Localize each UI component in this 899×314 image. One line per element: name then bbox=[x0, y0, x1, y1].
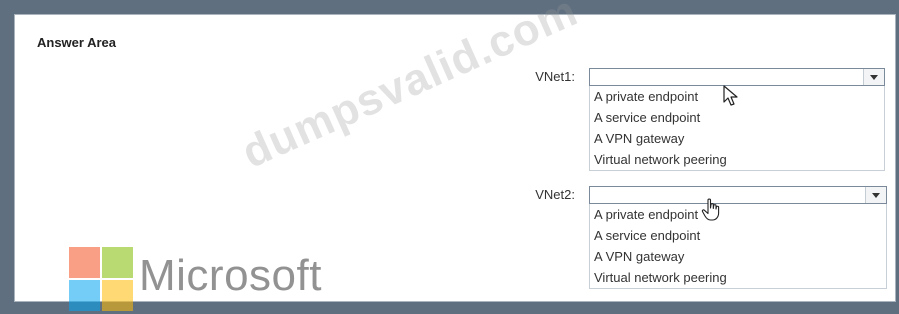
vnet2-dropdown[interactable] bbox=[589, 186, 887, 204]
vnet1-dropdown[interactable] bbox=[589, 68, 885, 86]
vnet1-option-service-endpoint[interactable]: A service endpoint bbox=[590, 107, 884, 128]
vnet2-option-service-endpoint[interactable]: A service endpoint bbox=[590, 225, 886, 246]
hand-cursor-icon bbox=[701, 198, 720, 221]
arrow-cursor-icon bbox=[723, 85, 738, 106]
vnet2-option-vpn-gateway[interactable]: A VPN gateway bbox=[590, 246, 886, 267]
chevron-down-icon[interactable] bbox=[863, 69, 884, 85]
answer-area-title: Answer Area bbox=[37, 35, 116, 50]
watermark-text: dumpsvalid.com bbox=[235, 0, 585, 178]
vnet1-option-vnet-peering[interactable]: Virtual network peering bbox=[590, 149, 884, 170]
microsoft-wordmark: Microsoft bbox=[139, 251, 322, 300]
microsoft-logo-icon bbox=[69, 247, 133, 311]
vnet2-option-private-endpoint[interactable]: A private endpoint bbox=[590, 204, 886, 225]
vnet2-options-list: A private endpoint A service endpoint A … bbox=[589, 204, 887, 289]
vnet2-option-vnet-peering[interactable]: Virtual network peering bbox=[590, 267, 886, 288]
vnet1-label: VNet1: bbox=[535, 69, 575, 84]
chevron-down-icon[interactable] bbox=[865, 187, 886, 203]
answer-area-panel: Answer Area VNet1: A private endpoint A … bbox=[14, 0, 896, 311]
vnet1-option-vpn-gateway[interactable]: A VPN gateway bbox=[590, 128, 884, 149]
vnet2-label: VNet2: bbox=[535, 187, 575, 202]
